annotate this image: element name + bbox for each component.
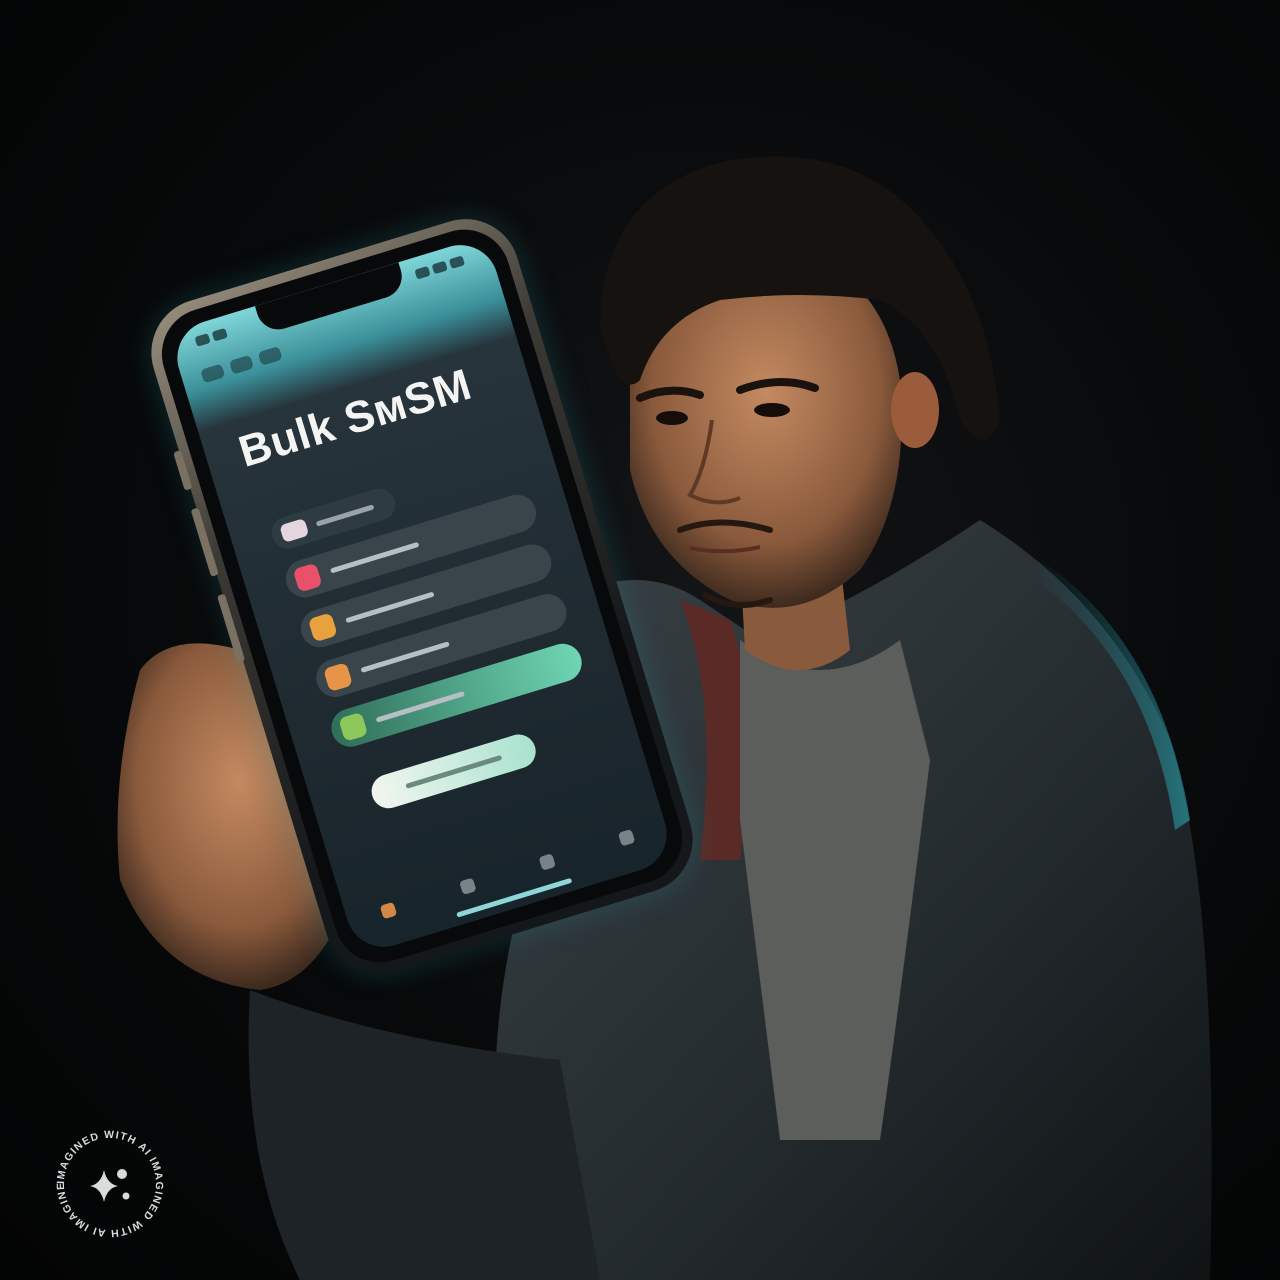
list-item-text-placeholder xyxy=(360,640,450,673)
ear-shape xyxy=(891,372,939,448)
right-eye xyxy=(754,403,790,417)
list-item-text-placeholder xyxy=(375,690,465,723)
button-text-placeholder xyxy=(405,754,503,789)
nav-icon[interactable] xyxy=(458,877,477,896)
list-item-text-placeholder xyxy=(329,541,420,574)
nav-icon[interactable] xyxy=(538,853,556,871)
pill-text-placeholder xyxy=(315,503,375,527)
toolbar-chip[interactable] xyxy=(257,345,283,366)
left-eye xyxy=(656,411,688,425)
ai-watermark: IMAGINED WITH AI IMAGINED WITH AI IMAGIN… xyxy=(52,1126,164,1239)
nav-home-icon[interactable] xyxy=(379,901,397,920)
status-left xyxy=(194,324,234,352)
nav-icon[interactable] xyxy=(617,829,635,847)
orange-app-icon xyxy=(323,662,354,693)
sparkle-icon xyxy=(90,1169,130,1202)
pink-app-icon xyxy=(292,562,323,593)
status-right xyxy=(413,251,470,284)
green-app-icon xyxy=(338,711,369,742)
amber-app-icon xyxy=(307,612,338,643)
photo-background: Bulk SᴍSM IMAGINED WITH AI IMAGINED WITH… xyxy=(0,0,1280,1280)
toolbar-chip[interactable] xyxy=(228,354,255,375)
person-illustration xyxy=(117,156,1212,1280)
toolbar-chip[interactable] xyxy=(200,363,226,384)
app-title: Bulk SᴍSM xyxy=(233,359,478,477)
list-item-text-placeholder xyxy=(345,591,435,623)
pill-icon xyxy=(279,518,310,543)
